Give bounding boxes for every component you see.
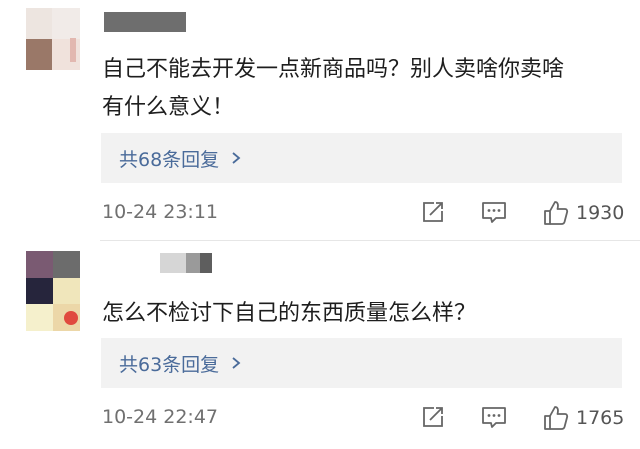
like-icon <box>544 406 569 430</box>
share-button[interactable] <box>420 199 446 225</box>
like-count: 1765 <box>576 407 625 429</box>
comment-meta: 10-24 22:47 1765 <box>102 404 624 432</box>
like-button[interactable]: 1765 <box>542 404 624 432</box>
comment-button[interactable] <box>480 404 508 430</box>
chevron-right-icon <box>232 152 241 164</box>
comment-meta: 10-24 23:11 1930 <box>102 199 624 227</box>
username-redacted[interactable] <box>104 12 186 32</box>
replies-count-label: 共68条回复 <box>119 148 220 171</box>
timestamp: 10-24 23:11 <box>102 201 219 223</box>
comment-item: 自己不能去开发一点新商品吗？别人卖啥你卖啥 有什么意义！ 共68条回复 10-2… <box>0 0 640 240</box>
like-count: 1930 <box>576 202 625 224</box>
comment-item: 怎么不检讨下自己的东西质量怎么样？ 共63条回复 10-24 22:47 176… <box>0 243 640 449</box>
comment-button[interactable] <box>480 199 508 225</box>
avatar[interactable] <box>26 251 80 331</box>
like-button[interactable]: 1930 <box>542 199 624 227</box>
comment-text-line: 怎么不检讨下自己的东西质量怎么样？ <box>102 301 477 326</box>
view-replies-link[interactable]: 共63条回复 <box>119 350 243 377</box>
comment-icon <box>482 202 506 223</box>
username-redacted[interactable] <box>160 253 212 273</box>
comment-text-line: 有什么意义！ <box>102 95 235 120</box>
replies-count-label: 共63条回复 <box>119 353 220 376</box>
share-icon <box>423 202 443 222</box>
replies-box: 共63条回复 <box>101 338 622 388</box>
chevron-right-icon <box>232 357 241 369</box>
like-icon <box>544 201 569 225</box>
share-icon <box>423 407 443 427</box>
comment-text-line: 自己不能去开发一点新商品吗？别人卖啥你卖啥 <box>102 57 565 82</box>
share-button[interactable] <box>420 404 446 430</box>
divider <box>100 240 640 241</box>
comment-icon <box>482 407 506 428</box>
replies-box: 共68条回复 <box>101 133 622 183</box>
view-replies-link[interactable]: 共68条回复 <box>119 145 243 172</box>
timestamp: 10-24 22:47 <box>102 406 219 428</box>
comment-text: 怎么不检讨下自己的东西质量怎么样？ <box>102 295 622 333</box>
comment-text: 自己不能去开发一点新商品吗？别人卖啥你卖啥 有什么意义！ <box>102 51 622 127</box>
avatar[interactable] <box>26 8 80 70</box>
